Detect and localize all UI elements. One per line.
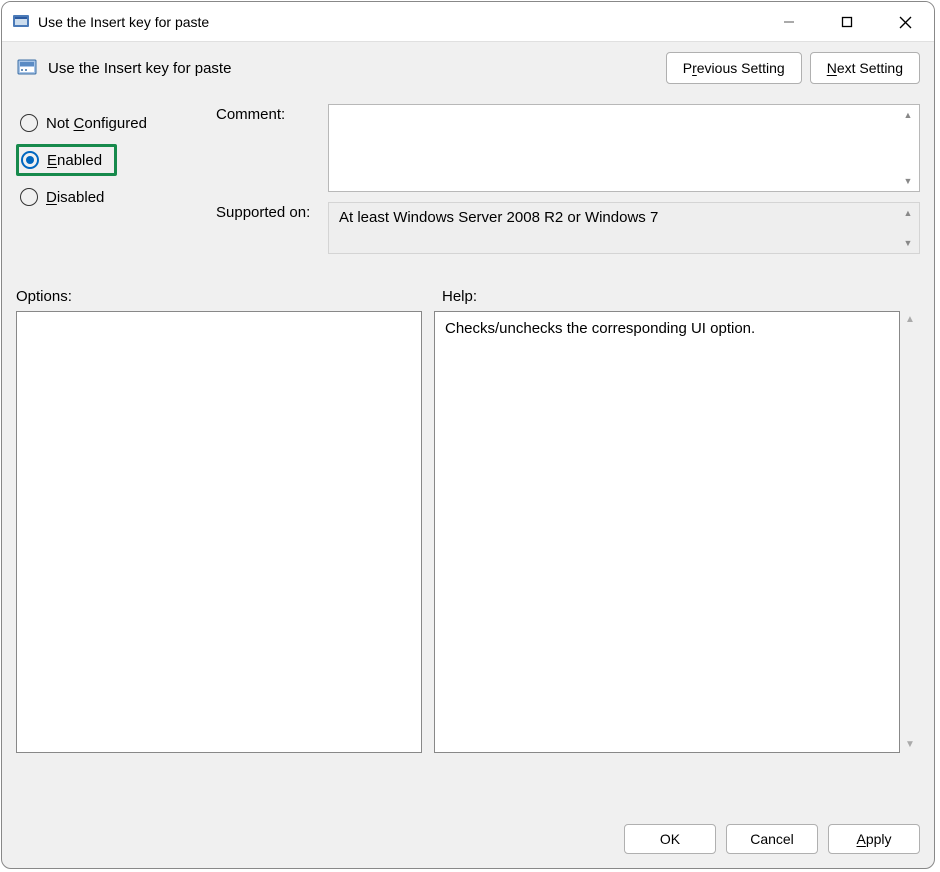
title-bar: Use the Insert key for paste xyxy=(2,2,934,42)
close-button[interactable] xyxy=(876,2,934,42)
supported-label: Supported on: xyxy=(216,202,316,221)
policy-icon xyxy=(16,57,38,79)
next-setting-button[interactable]: Next Setting xyxy=(810,52,920,84)
scroll-down-icon[interactable]: ▼ xyxy=(900,739,920,750)
scroll-up-icon[interactable]: ▲ xyxy=(900,314,920,325)
help-scrollbar[interactable]: ▲ ▼ xyxy=(900,311,920,753)
state-radio-group: Not Configured Enabled Disabled xyxy=(16,104,216,272)
help-wrap: Checks/unchecks the corresponding UI opt… xyxy=(434,311,920,753)
fields-column: Comment: ▲ ▼ Supported on: At least Wind… xyxy=(216,104,920,264)
radio-not-configured[interactable]: Not Configured xyxy=(16,108,216,138)
policy-dialog: Use the Insert key for paste Use xyxy=(1,1,935,869)
app-icon xyxy=(12,13,30,31)
scroll-down-icon: ▼ xyxy=(901,236,915,250)
comment-label: Comment: xyxy=(216,104,316,123)
cancel-button[interactable]: Cancel xyxy=(726,824,818,854)
radio-label: Not Configured xyxy=(46,115,147,132)
window-title: Use the Insert key for paste xyxy=(38,14,209,30)
supported-row: Supported on: At least Windows Server 20… xyxy=(216,202,920,254)
radio-label: Disabled xyxy=(46,189,104,206)
apply-button[interactable]: Apply xyxy=(828,824,920,854)
radio-icon xyxy=(21,151,39,169)
radio-label: Enabled xyxy=(47,152,102,169)
header-row: Use the Insert key for paste Previous Se… xyxy=(2,42,934,90)
scroll-up-icon[interactable]: ▲ xyxy=(901,108,915,122)
help-label: Help: xyxy=(442,288,477,305)
policy-title: Use the Insert key for paste xyxy=(48,60,231,77)
panels-row: Checks/unchecks the corresponding UI opt… xyxy=(2,311,934,816)
maximize-button[interactable] xyxy=(818,2,876,42)
radio-disabled[interactable]: Disabled xyxy=(16,182,216,212)
help-panel: Checks/unchecks the corresponding UI opt… xyxy=(434,311,900,753)
radio-icon xyxy=(20,114,38,132)
minimize-button[interactable] xyxy=(760,2,818,42)
comment-row: Comment: ▲ ▼ xyxy=(216,104,920,192)
dialog-buttons: OK Cancel Apply xyxy=(2,816,934,868)
radio-enabled[interactable]: Enabled xyxy=(16,144,117,176)
options-label: Options: xyxy=(16,288,428,305)
ok-button[interactable]: OK xyxy=(624,824,716,854)
supported-on-text: At least Windows Server 2008 R2 or Windo… xyxy=(328,202,920,254)
help-text: Checks/unchecks the corresponding UI opt… xyxy=(445,320,755,337)
previous-setting-button[interactable]: Previous Setting xyxy=(666,52,802,84)
scroll-down-icon[interactable]: ▼ xyxy=(901,174,915,188)
scroll-up-icon: ▲ xyxy=(901,206,915,220)
comment-textarea[interactable]: ▲ ▼ xyxy=(328,104,920,192)
window-controls xyxy=(760,2,934,41)
settings-area: Not Configured Enabled Disabled Comment:… xyxy=(2,90,934,272)
options-panel[interactable] xyxy=(16,311,422,753)
radio-icon xyxy=(20,188,38,206)
panel-labels: Options: Help: xyxy=(2,272,934,311)
